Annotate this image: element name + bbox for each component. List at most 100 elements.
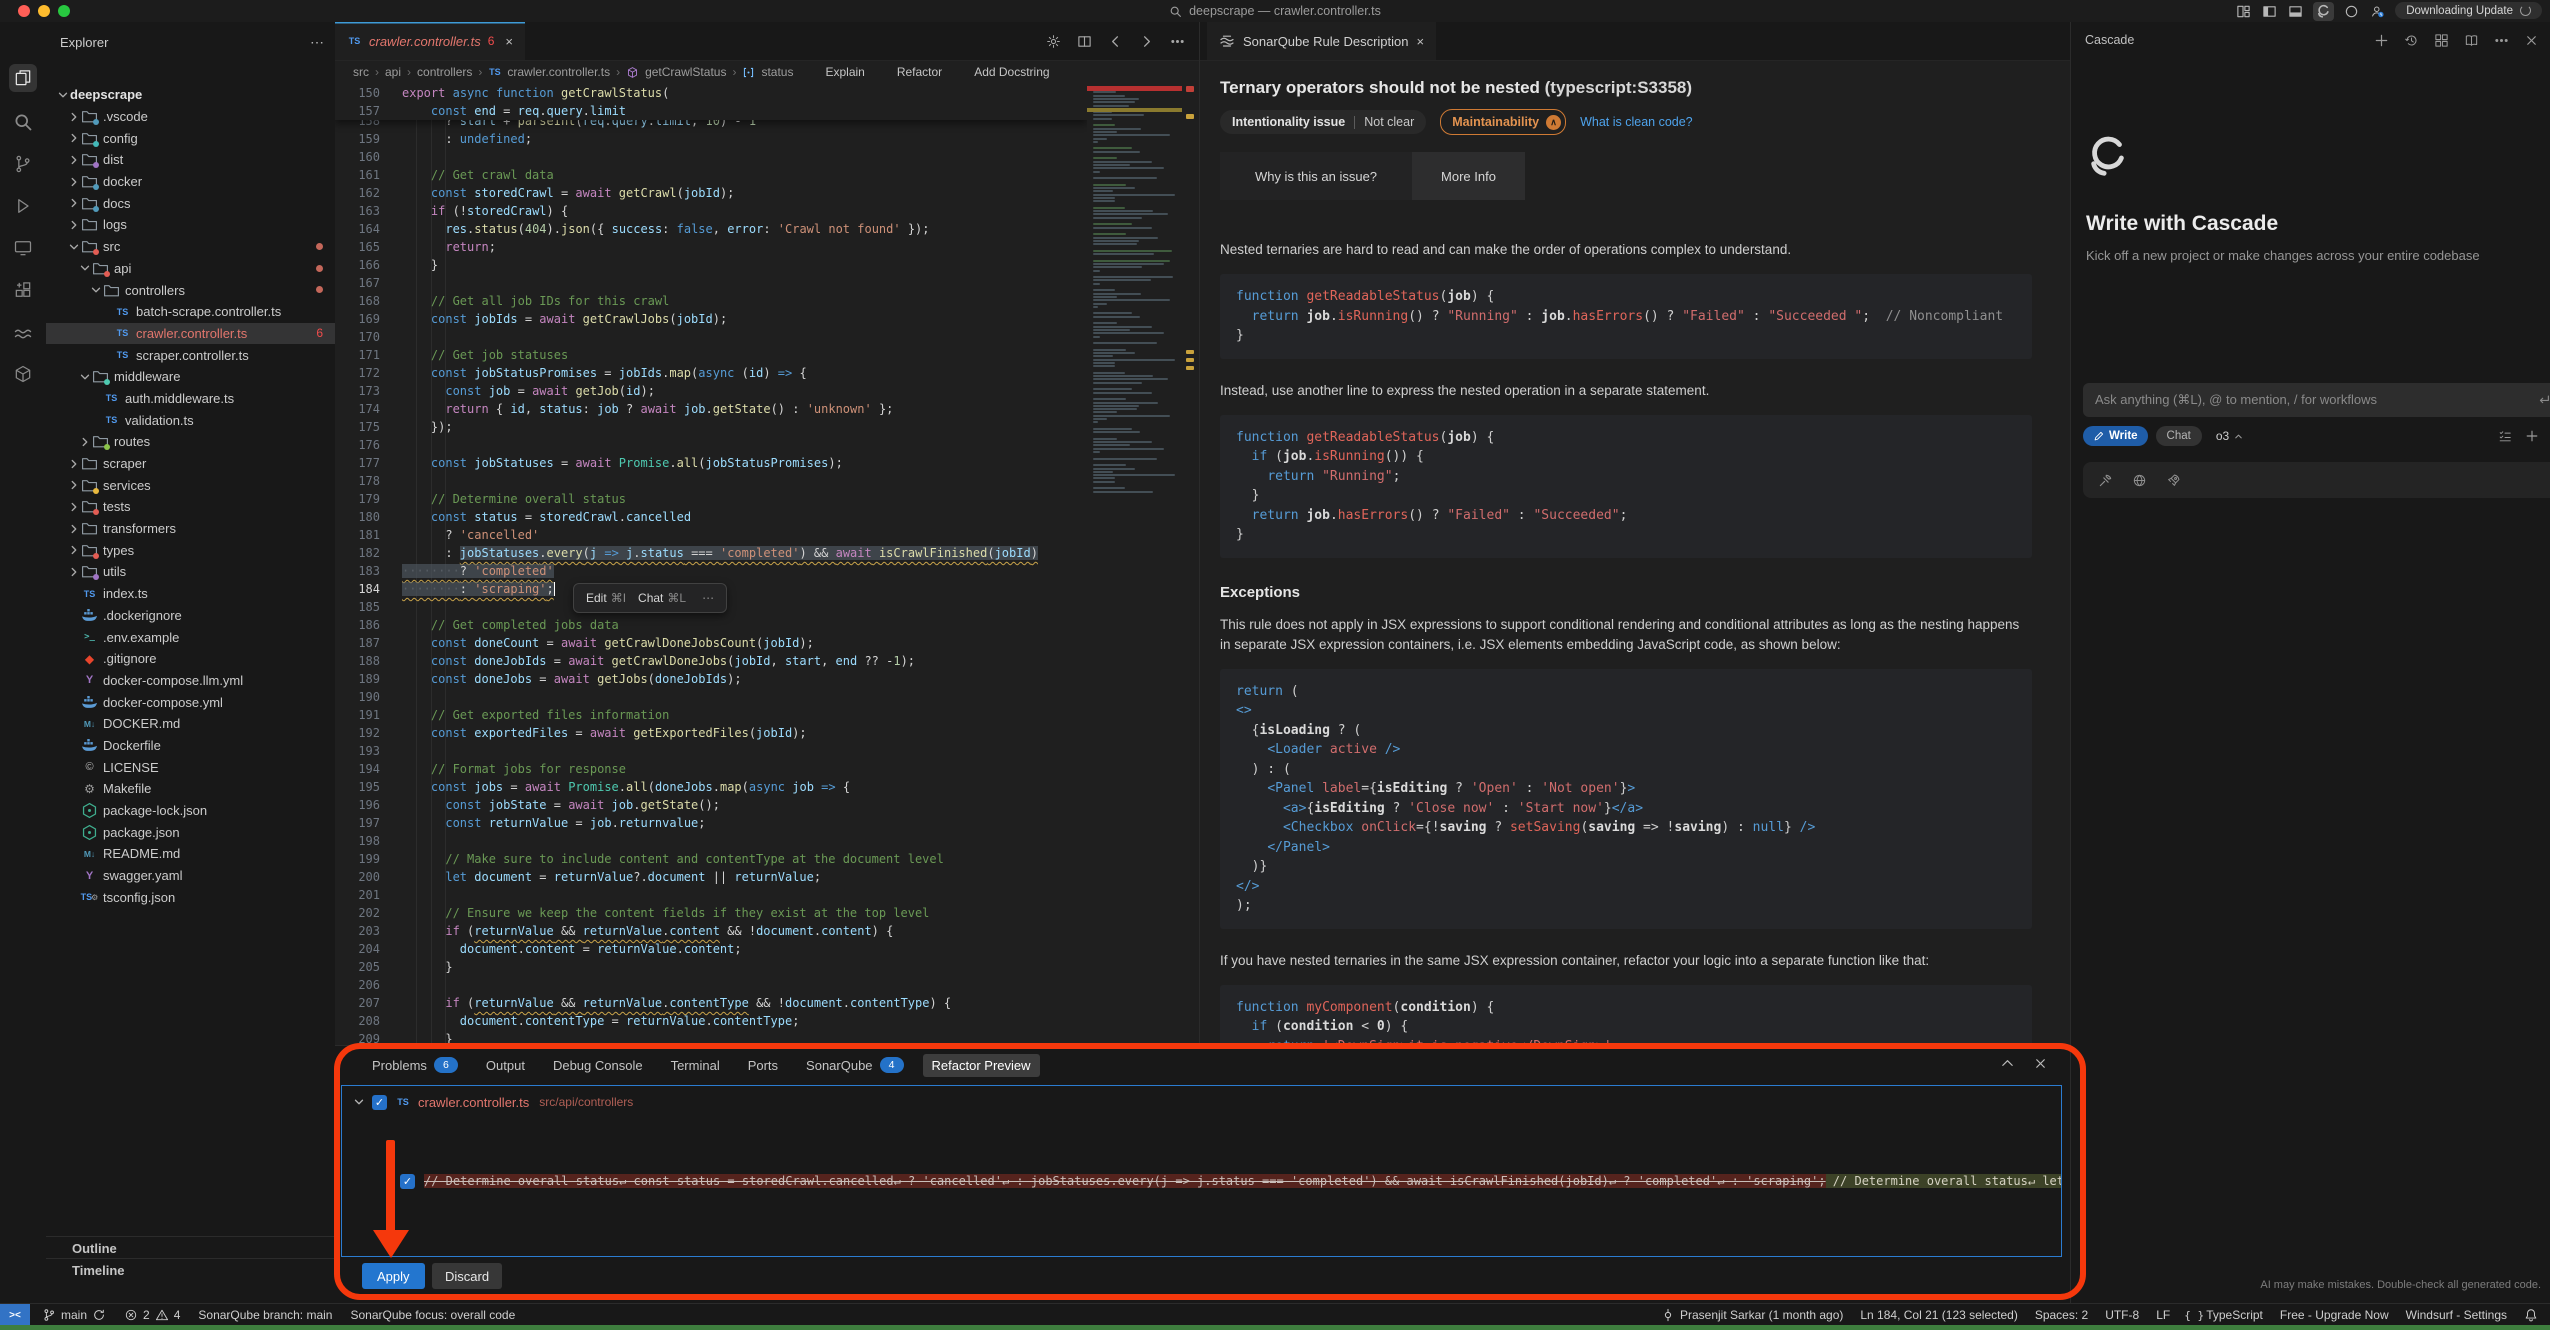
code-line[interactable]: 170: [335, 328, 1087, 346]
status-item-sonarqube-branch-main[interactable]: SonarQube branch: main: [198, 1308, 332, 1322]
tree-item-services[interactable]: services: [46, 474, 335, 496]
sidebar-section-outline[interactable]: Outline: [46, 1236, 335, 1259]
arrow-right-icon[interactable]: [1139, 34, 1154, 49]
tree-item-makefile[interactable]: ⚙Makefile: [46, 778, 335, 800]
status-item-ln-184-col-21-123-select[interactable]: Ln 184, Col 21 (123 selected): [1860, 1308, 2017, 1322]
code-line[interactable]: 167: [335, 274, 1087, 292]
tree-item-license[interactable]: ©LICENSE: [46, 756, 335, 778]
layout-grid-icon[interactable]: [2235, 4, 2252, 19]
code-line[interactable]: 163 if (!storedCrawl) {: [335, 202, 1087, 220]
clean-code-link[interactable]: What is clean code?: [1580, 115, 1693, 129]
chat-action[interactable]: Chat: [638, 591, 663, 605]
discard-button[interactable]: Discard: [432, 1263, 502, 1289]
search-icon[interactable]: [1169, 5, 1182, 18]
breadcrumb-item[interactable]: src: [353, 65, 369, 79]
arrow-left-icon[interactable]: [1108, 34, 1123, 49]
tree-item-types[interactable]: types: [46, 539, 335, 561]
code-area[interactable]: 158 ? start + parseInt(req.query.limit, …: [335, 84, 1199, 1045]
code-line[interactable]: 195 const jobs = await Promise.all(doneJ…: [335, 778, 1087, 796]
status-item-2[interactable]: 24: [124, 1308, 180, 1322]
code-line[interactable]: 202 // Ensure we keep the content fields…: [335, 904, 1087, 922]
tree-item-logs[interactable]: logs: [46, 214, 335, 236]
change-checkbox[interactable]: ✓: [400, 1174, 415, 1189]
code-line[interactable]: 190: [335, 688, 1087, 706]
sidebar-section-timeline[interactable]: Timeline: [46, 1258, 335, 1281]
close-tab-icon[interactable]: ×: [1416, 34, 1424, 49]
globe-icon[interactable]: [2132, 473, 2147, 488]
tree-item-package-lock-json[interactable]: package-lock.json: [46, 800, 335, 822]
code-line[interactable]: 178: [335, 472, 1087, 490]
code-line[interactable]: 181 ? 'cancelled': [335, 526, 1087, 544]
tree-item-batch-scrape-controller-ts[interactable]: TSbatch-scrape.controller.ts: [46, 301, 335, 323]
code-line[interactable]: 208 document.contentType = returnValue.c…: [335, 1012, 1087, 1030]
tree-item--dockerignore[interactable]: .dockerignore: [46, 605, 335, 627]
tree-item-docker[interactable]: docker: [46, 171, 335, 193]
panel-tab-sonarqube[interactable]: SonarQube4: [797, 1053, 913, 1077]
code-line[interactable]: 182 : jobStatuses.every(j => j.status ==…: [335, 544, 1087, 562]
code-line[interactable]: 161 // Get crawl data: [335, 166, 1087, 184]
code-line[interactable]: 204 document.content = returnValue.conte…: [335, 940, 1087, 958]
breadcrumb-item[interactable]: controllers: [417, 65, 472, 79]
tree-item-validation-ts[interactable]: TSvalidation.ts: [46, 409, 335, 431]
tree-item-docker-compose-yml[interactable]: docker-compose.yml: [46, 691, 335, 713]
code-line[interactable]: 188 const doneJobIds = await getCrawlDon…: [335, 652, 1087, 670]
tree-item-config[interactable]: config: [46, 127, 335, 149]
activity-source-control[interactable]: [9, 150, 37, 178]
status-item-sonarqube-focus-overall-[interactable]: SonarQube focus: overall code: [350, 1308, 515, 1322]
code-line[interactable]: 191 // Get exported files information: [335, 706, 1087, 724]
tree-item--vscode[interactable]: .vscode: [46, 106, 335, 128]
status-item-spaces-2[interactable]: Spaces: 2: [2035, 1308, 2088, 1322]
explorer-more-icon[interactable]: ⋯: [310, 34, 325, 51]
panel-tab-ports[interactable]: Ports: [739, 1054, 787, 1077]
code-line[interactable]: 175 });: [335, 418, 1087, 436]
tree-item-api[interactable]: api: [46, 258, 335, 280]
split-editor-icon[interactable]: [1077, 34, 1092, 49]
code-line[interactable]: 172 const jobStatusPromises = jobIds.map…: [335, 364, 1087, 382]
code-line[interactable]: 189 const doneJobs = await getJobs(doneJ…: [335, 670, 1087, 688]
tree-item-readme-md[interactable]: M↓README.md: [46, 843, 335, 865]
editor-action-add-docstring[interactable]: Add Docstring: [974, 65, 1049, 79]
close-icon[interactable]: [2524, 33, 2539, 48]
status-item-windsurf-settings[interactable]: Windsurf - Settings: [2406, 1308, 2507, 1322]
breadcrumb-item[interactable]: getCrawlStatus: [645, 65, 726, 79]
panel-tab-output[interactable]: Output: [477, 1054, 534, 1077]
tree-item-docs[interactable]: docs: [46, 192, 335, 214]
code-line[interactable]: 160: [335, 148, 1087, 166]
code-line[interactable]: 199 // Make sure to include content and …: [335, 850, 1087, 868]
tree-item--env-example[interactable]: >_.env.example: [46, 626, 335, 648]
tree-item-swagger-yaml[interactable]: Yswagger.yaml: [46, 865, 335, 887]
code-line[interactable]: 186 // Get completed jobs data: [335, 616, 1087, 634]
activity-package-box[interactable]: [9, 360, 37, 388]
tree-item-docker-compose-llm-yml[interactable]: Ydocker-compose.llm.yml: [46, 670, 335, 692]
code-line[interactable]: 203 if (returnValue && returnValue.conte…: [335, 922, 1087, 940]
activity-explorer[interactable]: [9, 64, 37, 92]
code-line[interactable]: 157 const end = req.query.limit: [335, 102, 1087, 120]
code-line[interactable]: 194 // Format jobs for response: [335, 760, 1087, 778]
code-line[interactable]: 183········? 'completed': [335, 562, 1087, 580]
status-item-bell[interactable]: [2524, 1308, 2538, 1322]
code-line[interactable]: 169 const jobIds = await getCrawlJobs(jo…: [335, 310, 1087, 328]
editor-action-refactor[interactable]: Refactor: [897, 65, 942, 79]
tree-item-src[interactable]: src: [46, 236, 335, 258]
code-line[interactable]: 164 res.status(404).json({ success: fals…: [335, 220, 1087, 238]
code-line[interactable]: 192 const exportedFiles = await getExpor…: [335, 724, 1087, 742]
status-item-prasenjit-sarkar-1-month[interactable]: Prasenjit Sarkar (1 month ago): [1661, 1308, 1843, 1322]
code-line[interactable]: 159 : undefined;: [335, 130, 1087, 148]
tree-item-routes[interactable]: routes: [46, 431, 335, 453]
file-checkbox[interactable]: ✓: [372, 1095, 387, 1110]
edit-action[interactable]: Edit: [586, 591, 607, 605]
account-clock-icon[interactable]: [2369, 4, 2386, 19]
code-line[interactable]: 197 const returnValue = job.returnvalue;: [335, 814, 1087, 832]
write-mode-button[interactable]: Write: [2083, 426, 2148, 446]
status-item-main[interactable]: main: [42, 1308, 106, 1322]
more-icon[interactable]: [2494, 33, 2509, 48]
more-icon[interactable]: [1170, 34, 1185, 49]
code-line[interactable]: 206: [335, 976, 1087, 994]
hammer-icon[interactable]: [2098, 473, 2113, 488]
tab-why-issue[interactable]: Why is this an issue?: [1220, 152, 1412, 200]
cascade-icon[interactable]: [2313, 2, 2334, 21]
close-panel-icon[interactable]: [2033, 1056, 2048, 1071]
code-line[interactable]: 176: [335, 436, 1087, 454]
maximize-panel-icon[interactable]: [2000, 1056, 2015, 1071]
minimap[interactable]: [1087, 84, 1182, 1045]
